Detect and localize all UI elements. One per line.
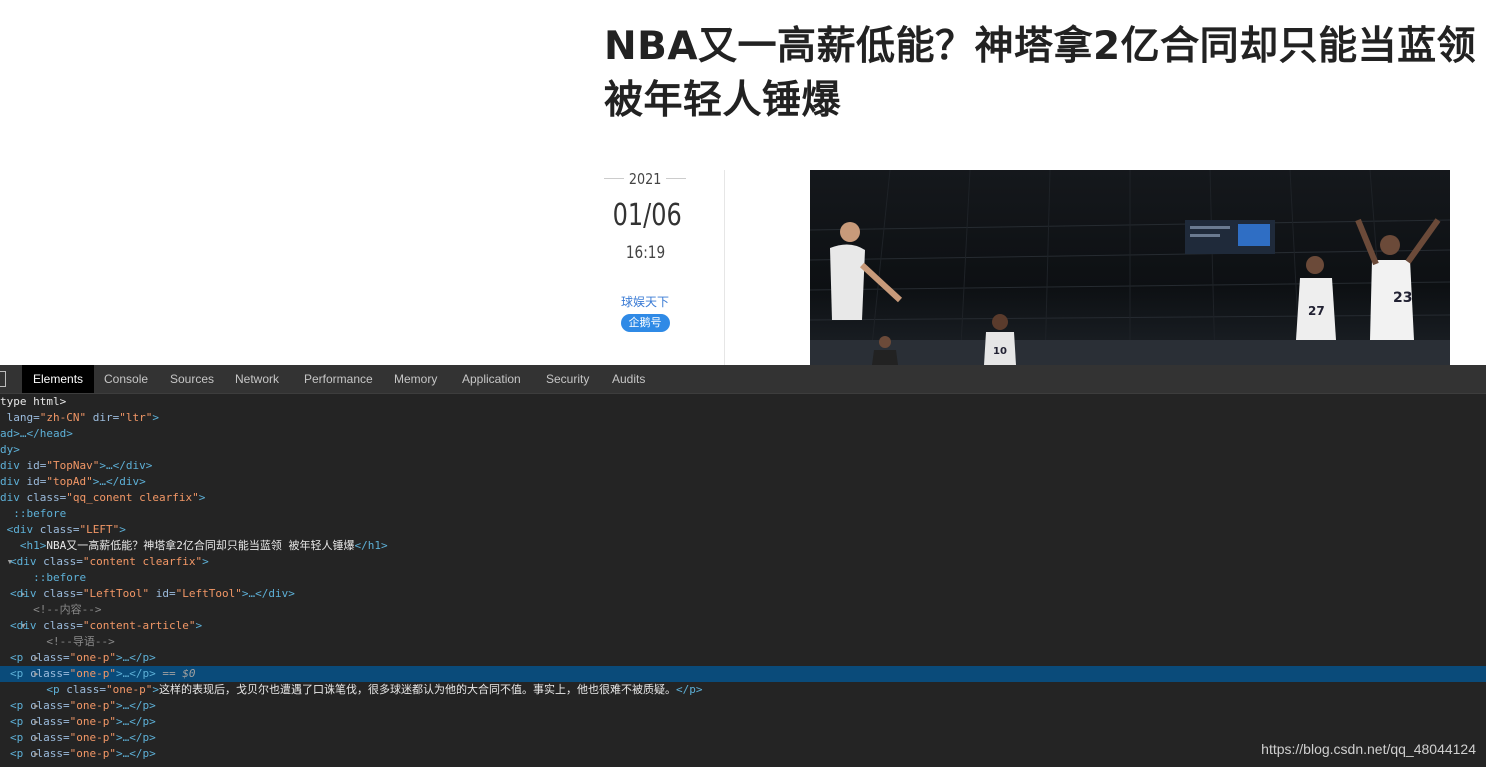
basketball-photo-illustration: 23 27 10 [810, 170, 1450, 365]
devtools-panel: Elements Console Sources Network Perform… [0, 365, 1486, 767]
dom-tree: type html> lang="zh-CN" dir="ltr"> ad>…<… [0, 394, 1486, 762]
dom-line-html[interactable]: lang="zh-CN" dir="ltr"> [0, 410, 1486, 426]
dom-line-p-3[interactable]: ▸<p class="one-p">…</p> [0, 714, 1486, 730]
publish-time: 16:19 [625, 243, 665, 263]
tab-memory[interactable]: Memory [383, 365, 448, 393]
dom-line-content[interactable]: ▾<div class="content clearfix"> [0, 554, 1486, 570]
date-year: 2021 [628, 170, 662, 188]
left-tool: 2021 01/06 16:19 球娱天下 企鹅号 [604, 168, 686, 332]
dom-line-lefttool[interactable]: ▸<div class="LeftTool" id="LeftTool">…</… [0, 586, 1486, 602]
date-year-row: 2021 [604, 168, 686, 190]
dom-line-head[interactable]: ad>…</head> [0, 426, 1486, 442]
dom-line-p-text[interactable]: <p class="one-p">这样的表现后，戈贝尔也遭遇了口诛笔伐，很多球迷… [0, 682, 1486, 698]
article-page: NBA又一高薪低能？神塔拿2亿合同却只能当蓝领 被年轻人锤爆 2021 01/0… [0, 0, 1486, 365]
dom-line-p-selected[interactable]: ▸<p class="one-p">…</p> == $0 [0, 666, 1486, 682]
tab-application[interactable]: Application [451, 365, 532, 393]
tab-audits[interactable]: Audits [601, 365, 656, 393]
article-headline: NBA又一高薪低能？神塔拿2亿合同却只能当蓝领 被年轻人锤爆 [604, 20, 1484, 128]
dom-line-qq-conent[interactable]: div class="qq_conent clearfix"> [0, 490, 1486, 506]
tab-network[interactable]: Network [224, 365, 290, 393]
dom-line-content-article[interactable]: ▾<div class="content-article"> [0, 618, 1486, 634]
svg-text:27: 27 [1308, 304, 1325, 318]
tab-security[interactable]: Security [535, 365, 600, 393]
dom-line-doctype[interactable]: type html> [0, 394, 1486, 410]
dom-line-before-2[interactable]: ::before [0, 570, 1486, 586]
inspect-element-icon[interactable] [0, 371, 6, 387]
dom-line-comment-content[interactable]: <!--内容--> [0, 602, 1486, 618]
dom-line-body[interactable]: dy> [0, 442, 1486, 458]
dom-line-comment-lead[interactable]: <!--导语--> [0, 634, 1486, 650]
headline-line-2: 被年轻人锤爆 [604, 78, 842, 123]
date-month-day: 01/06 [612, 198, 682, 233]
tab-console[interactable]: Console [93, 365, 159, 393]
headline-line-1: NBA又一高薪低能？神塔拿2亿合同却只能当蓝领 [604, 24, 1477, 69]
qie-badge[interactable]: 企鹅号 [620, 314, 670, 332]
tab-elements[interactable]: Elements [22, 365, 95, 393]
dom-line-p-1[interactable]: ▸<p class="one-p">…</p> [0, 650, 1486, 666]
column-divider [724, 170, 725, 365]
tab-performance[interactable]: Performance [293, 365, 384, 393]
dom-line-before-1[interactable]: ::before [0, 506, 1486, 522]
dom-line-topnav[interactable]: div id="TopNav">…</div> [0, 458, 1486, 474]
dom-line-h1[interactable]: <h1>NBA又一高薪低能？神塔拿2亿合同却只能当蓝领 被年轻人锤爆</h1> [0, 538, 1486, 554]
dom-line-left[interactable]: <div class="LEFT"> [0, 522, 1486, 538]
source-link[interactable]: 球娱天下 [604, 294, 686, 310]
tab-sources[interactable]: Sources [159, 365, 225, 393]
csdn-watermark: https://blog.csdn.net/qq_48044124 [1261, 741, 1476, 757]
svg-text:10: 10 [993, 346, 1007, 357]
dom-line-p-2[interactable]: ▸<p class="one-p">…</p> [0, 698, 1486, 714]
dom-line-topad[interactable]: div id="topAd">…</div> [0, 474, 1486, 490]
article-photo: 23 27 10 [810, 170, 1450, 365]
svg-text:23: 23 [1393, 290, 1412, 306]
devtools-tab-bar: Elements Console Sources Network Perform… [0, 365, 1486, 394]
